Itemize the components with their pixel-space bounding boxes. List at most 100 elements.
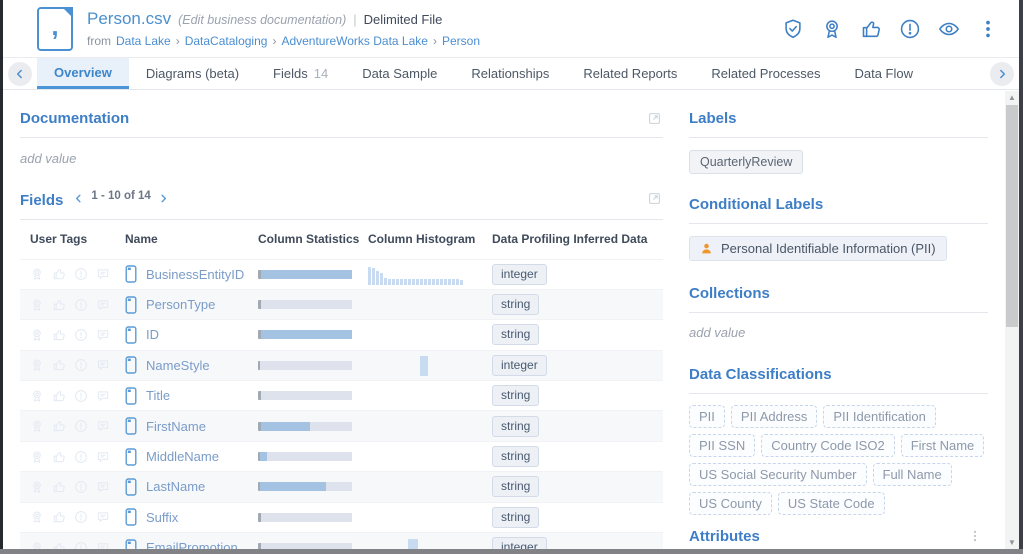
pager-next-icon[interactable] bbox=[158, 191, 169, 202]
pager-range: 1 - 10 of 14 bbox=[91, 190, 150, 202]
award-ribbon-icon[interactable] bbox=[30, 267, 44, 281]
award-ribbon-icon[interactable] bbox=[30, 450, 44, 464]
breadcrumb-link[interactable]: Person bbox=[442, 34, 480, 48]
thumbs-up-icon[interactable] bbox=[52, 450, 66, 464]
tab-diagrams-beta-[interactable]: Diagrams (beta) bbox=[129, 58, 256, 89]
field-name-link[interactable]: MiddleName bbox=[146, 449, 219, 464]
field-name-link[interactable]: LastName bbox=[146, 479, 205, 494]
thumbs-up-icon[interactable] bbox=[52, 510, 66, 524]
thumbs-up-icon[interactable] bbox=[52, 389, 66, 403]
data-classification-chip[interactable]: First Name bbox=[901, 434, 985, 457]
column-statistics-cell bbox=[258, 391, 368, 400]
comment-icon[interactable] bbox=[96, 358, 110, 372]
stat-segment bbox=[326, 482, 352, 491]
expand-documentation-icon[interactable] bbox=[648, 112, 661, 125]
row-name-cell: Title bbox=[125, 387, 258, 405]
scrollbar-down-arrow[interactable]: ▼ bbox=[1005, 536, 1019, 549]
data-classification-chip[interactable]: PII SSN bbox=[689, 434, 755, 457]
data-classification-chip[interactable]: US County bbox=[689, 492, 772, 515]
scrollbar-thumb[interactable] bbox=[1006, 105, 1018, 327]
breadcrumb-link[interactable]: AdventureWorks Data Lake bbox=[281, 34, 428, 48]
tab-fields[interactable]: Fields14 bbox=[256, 58, 345, 89]
thumbs-up-icon[interactable] bbox=[52, 298, 66, 312]
documentation-placeholder[interactable]: add value bbox=[20, 151, 663, 166]
row-name-cell: LastName bbox=[125, 478, 258, 496]
award-ribbon-icon[interactable] bbox=[30, 389, 44, 403]
thumbs-up-icon[interactable] bbox=[52, 419, 66, 433]
data-classification-chip[interactable]: PII bbox=[689, 405, 725, 428]
alert-circle-icon[interactable] bbox=[74, 510, 88, 524]
vertical-scrollbar[interactable]: ▲ ▼ bbox=[1005, 91, 1019, 549]
data-classification-chip[interactable]: US Social Security Number bbox=[689, 463, 867, 486]
award-ribbon-icon[interactable] bbox=[30, 510, 44, 524]
collections-placeholder[interactable]: add value bbox=[689, 325, 988, 340]
tabs-scroll-left-button[interactable] bbox=[8, 62, 32, 86]
award-ribbon-icon[interactable] bbox=[30, 480, 44, 494]
field-name-link[interactable]: NameStyle bbox=[146, 358, 210, 373]
thumbs-up-icon[interactable] bbox=[52, 358, 66, 372]
histogram-bar bbox=[420, 356, 428, 376]
award-ribbon-icon[interactable] bbox=[30, 358, 44, 372]
inferred-type-badge: string bbox=[492, 294, 539, 315]
tab-data-sample[interactable]: Data Sample bbox=[345, 58, 454, 89]
award-ribbon-icon[interactable] bbox=[30, 298, 44, 312]
field-name-link[interactable]: BusinessEntityID bbox=[146, 267, 244, 282]
comment-icon[interactable] bbox=[96, 419, 110, 433]
field-name-link[interactable]: PersonType bbox=[146, 297, 215, 312]
attributes-more-icon[interactable] bbox=[968, 528, 982, 544]
alert-circle-icon[interactable] bbox=[74, 450, 88, 464]
field-name-link[interactable]: Title bbox=[146, 388, 170, 403]
row-user-tags bbox=[30, 267, 125, 281]
alert-circle-icon[interactable] bbox=[74, 389, 88, 403]
field-name-link[interactable]: ID bbox=[146, 327, 159, 342]
comment-icon[interactable] bbox=[96, 389, 110, 403]
endorse-thumbs-up-icon[interactable] bbox=[860, 18, 882, 40]
comment-icon[interactable] bbox=[96, 510, 110, 524]
tab-data-flow[interactable]: Data Flow bbox=[837, 58, 930, 89]
alert-circle-icon[interactable] bbox=[74, 298, 88, 312]
tab-overview[interactable]: Overview bbox=[37, 58, 129, 89]
data-classification-chip[interactable]: Country Code ISO2 bbox=[761, 434, 894, 457]
alert-circle-icon[interactable] bbox=[74, 267, 88, 281]
alert-circle-icon[interactable] bbox=[74, 480, 88, 494]
header: , Person.csv (Edit business documentatio… bbox=[3, 0, 1019, 58]
alert-circle-icon[interactable] bbox=[74, 328, 88, 342]
row-user-tags bbox=[30, 389, 125, 403]
data-classification-chip[interactable]: US State Code bbox=[778, 492, 885, 515]
comment-icon[interactable] bbox=[96, 298, 110, 312]
thumbs-up-icon[interactable] bbox=[52, 267, 66, 281]
thumbs-up-icon[interactable] bbox=[52, 480, 66, 494]
alert-circle-icon[interactable] bbox=[899, 18, 921, 40]
data-classification-chip[interactable]: Full Name bbox=[873, 463, 952, 486]
breadcrumb-link[interactable]: Data Lake bbox=[116, 34, 171, 48]
data-classification-chip[interactable]: PII Identification bbox=[823, 405, 936, 428]
thumbs-up-icon[interactable] bbox=[52, 328, 66, 342]
scrollbar-up-arrow[interactable]: ▲ bbox=[1005, 91, 1019, 104]
alert-circle-icon[interactable] bbox=[74, 358, 88, 372]
alert-circle-icon[interactable] bbox=[74, 419, 88, 433]
breadcrumb-link[interactable]: DataCataloging bbox=[185, 34, 268, 48]
tabs-scroll-right-button[interactable] bbox=[990, 62, 1014, 86]
tab-relationships[interactable]: Relationships bbox=[454, 58, 566, 89]
more-options-icon[interactable] bbox=[977, 18, 999, 40]
field-name-link[interactable]: FirstName bbox=[146, 419, 206, 434]
watch-eye-icon[interactable] bbox=[938, 18, 960, 40]
comment-icon[interactable] bbox=[96, 480, 110, 494]
tab-related-processes[interactable]: Related Processes bbox=[694, 58, 837, 89]
certified-shield-icon[interactable] bbox=[782, 18, 804, 40]
expand-fields-icon[interactable] bbox=[648, 192, 661, 205]
edit-documentation-link[interactable]: (Edit business documentation) bbox=[178, 13, 346, 27]
field-name-link[interactable]: Suffix bbox=[146, 510, 178, 525]
histogram-bar bbox=[428, 279, 431, 285]
data-classification-chip[interactable]: PII Address bbox=[731, 405, 817, 428]
comment-icon[interactable] bbox=[96, 450, 110, 464]
award-ribbon-icon[interactable] bbox=[821, 18, 843, 40]
award-ribbon-icon[interactable] bbox=[30, 419, 44, 433]
comment-icon[interactable] bbox=[96, 267, 110, 281]
tab-related-reports[interactable]: Related Reports bbox=[566, 58, 694, 89]
comment-icon[interactable] bbox=[96, 328, 110, 342]
award-ribbon-icon[interactable] bbox=[30, 328, 44, 342]
conditional-label-chip[interactable]: Personal Identifiable Information (PII) bbox=[689, 236, 947, 261]
label-chip[interactable]: QuarterlyReview bbox=[689, 150, 803, 174]
pager-previous-icon[interactable] bbox=[73, 191, 84, 202]
